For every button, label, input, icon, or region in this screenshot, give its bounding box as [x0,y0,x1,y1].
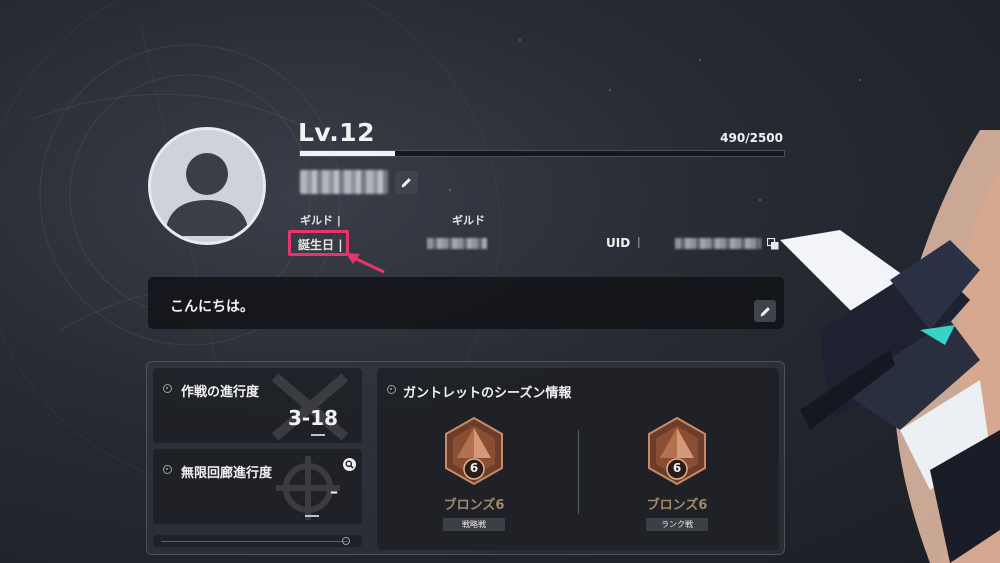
exp-bar [299,150,785,157]
rank-tag: ランク戦 [646,518,708,531]
rank-badge-number: 6 [672,461,682,475]
uid-value-blurred [675,238,761,249]
player-name-blurred [300,170,388,194]
slider-knob[interactable] [342,537,350,545]
exp-bar-fill [300,151,395,156]
birthday-label[interactable]: 誕生日 | [298,236,343,253]
pencil-icon [760,306,770,316]
bullet-icon [163,384,172,393]
infinite-corridor-value: – [330,482,338,501]
guild-label-left: ギルド | [300,214,341,227]
greeting-text: こんにちは。 [170,299,254,315]
operation-progress-title: 作戦の進行度 [181,385,260,400]
arrow-icon [346,253,385,274]
value-underline [311,434,325,436]
uid-label: UID [606,236,631,250]
pencil-icon [401,178,411,188]
rank-name: ブロンズ6 [443,498,505,513]
bullet-icon [387,385,396,394]
avatar[interactable] [148,127,266,245]
copy-icon[interactable] [767,238,779,250]
scroll-slider[interactable] [153,535,362,547]
guild-name-blurred [427,238,487,249]
greeting-panel: こんにちは。 [148,277,784,329]
rank-tag: 戦略戦 [443,518,505,531]
uid-separator: | [637,235,641,248]
search-icon[interactable] [343,458,356,471]
bronze-medal-icon[interactable] [441,416,507,486]
value-underline [305,515,319,517]
character-illustration [780,130,1000,563]
edit-greeting-button[interactable] [754,300,776,322]
guild-label: ギルド [452,214,485,227]
avatar-icon [151,130,263,242]
rank-divider [578,430,579,514]
slider-track [161,541,348,542]
stats-panel: 作戦の進行度 3-18 無限回廊進行度 – ガントレットのシーズン情報 6 ブロ… [146,361,785,555]
bullet-icon [163,465,172,474]
gauntlet-season-card: ガントレットのシーズン情報 6 ブロンズ6 戦略戦 6 ブロンズ6 ランク戦 [377,368,779,550]
infinite-corridor-title: 無限回廊進行度 [181,466,273,481]
operation-progress-value: 3-18 [287,406,338,430]
operation-progress-card[interactable]: 作戦の進行度 3-18 [153,368,362,443]
edit-name-button[interactable] [395,171,418,194]
bronze-medal-icon[interactable] [644,416,710,486]
exp-text: 490/2500 [720,131,783,145]
gauntlet-title: ガントレットのシーズン情報 [403,386,572,401]
rank-name: ブロンズ6 [646,498,708,513]
level-text: Lv.12 [298,118,375,147]
infinite-corridor-card[interactable]: 無限回廊進行度 – [153,449,362,524]
rank-badge-number: 6 [469,461,479,475]
